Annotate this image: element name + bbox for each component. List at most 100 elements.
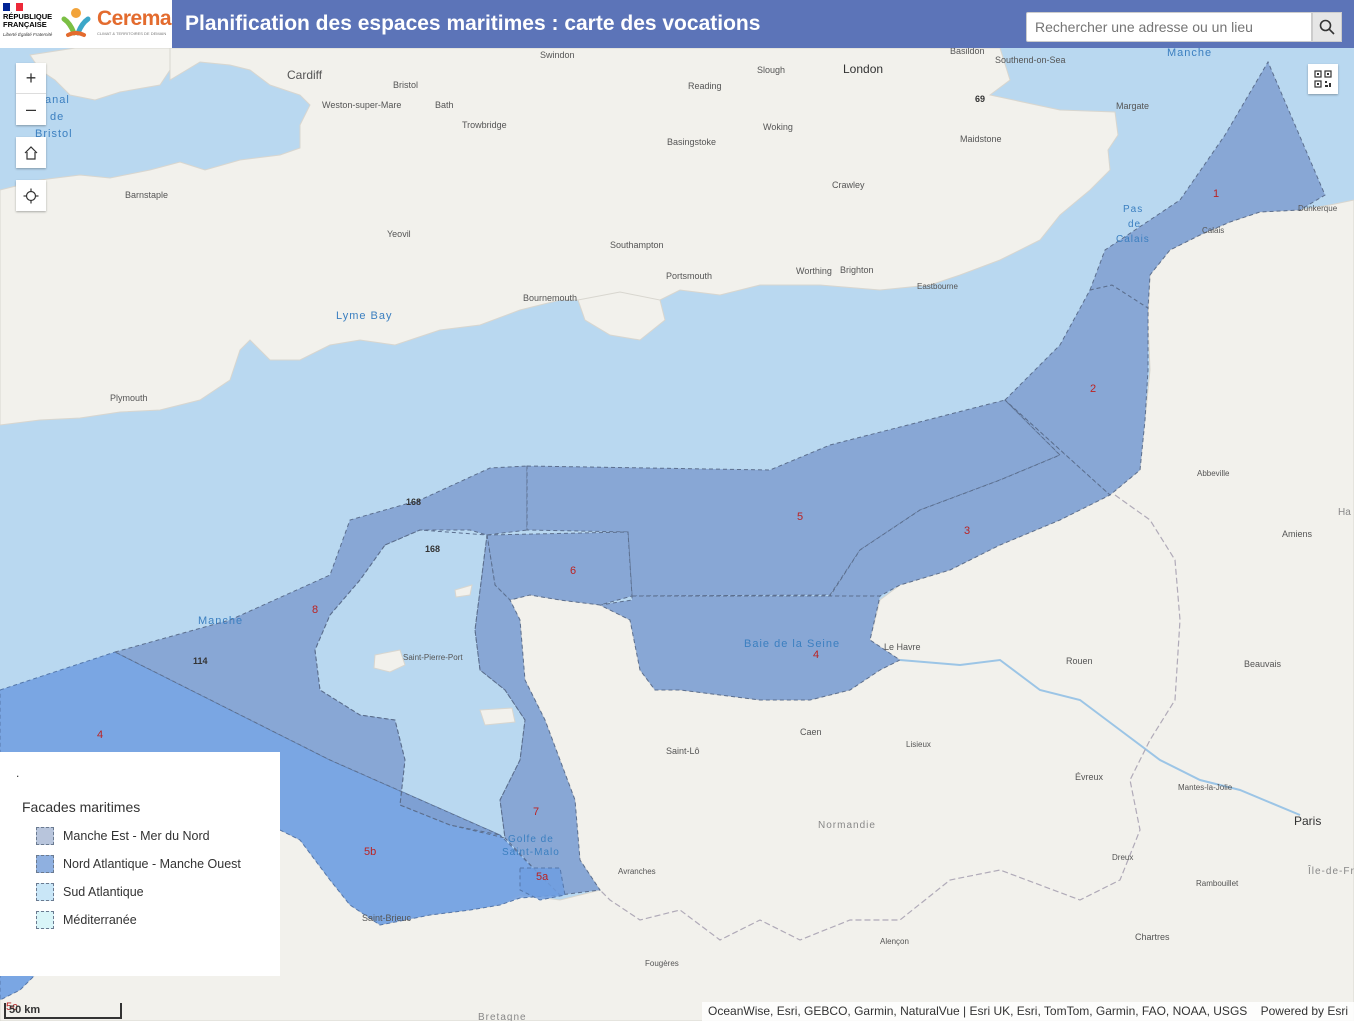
search-input[interactable] [1026, 12, 1312, 42]
place-label: Southend-on-Sea [995, 55, 1066, 65]
road-label: 69 [975, 94, 985, 104]
logos: RÉPUBLIQUE FRANÇAISE Liberté Égalité Fra… [0, 0, 172, 48]
home-icon [24, 145, 38, 160]
legend-label: Nord Atlantique - Manche Ouest [63, 857, 241, 871]
republic-motto: Liberté Égalité Fraternité [3, 32, 53, 37]
place-label: Swindon [540, 50, 575, 60]
zone-number: 1 [1213, 188, 1219, 200]
place-label: Southampton [610, 240, 664, 250]
zoom-out-button[interactable]: – [16, 94, 46, 125]
zone-number: 5a [536, 871, 549, 883]
region-label: Île-de-France [1307, 864, 1354, 877]
legend-title: Facades maritimes [22, 799, 141, 815]
place-label: Worthing [796, 266, 832, 276]
place-label: Chartres [1135, 932, 1170, 942]
place-label: Portsmouth [666, 271, 712, 281]
zone-number: 3 [964, 525, 970, 537]
place-label: Amiens [1282, 529, 1313, 539]
zone-number: 7 [533, 806, 539, 818]
cerema-name: Cerema [97, 7, 172, 30]
place-label: Weston-super-Mare [322, 100, 401, 110]
place-label: Lisieux [906, 740, 931, 749]
place-label: London [843, 62, 883, 76]
place-label: Calais [1202, 226, 1224, 235]
place-label: Dunkerque [1298, 204, 1338, 213]
legend-swatch [36, 855, 54, 873]
place-label: Saint-Pierre-Port [403, 653, 463, 662]
place-label: Saint-Lô [666, 746, 700, 756]
place-label: Brighton [840, 265, 874, 275]
water-label: Manche [198, 615, 243, 627]
legend-label: Méditerranée [63, 913, 137, 927]
place-label: Eastbourne [917, 282, 958, 291]
republique-francaise-logo: RÉPUBLIQUE FRANÇAISE [3, 12, 53, 29]
legend-swatch [36, 827, 54, 845]
place-label: Bournemouth [523, 293, 577, 303]
zone-number: 5b [364, 846, 376, 858]
place-label: Avranches [618, 867, 656, 876]
zone-number: 8 [312, 604, 318, 616]
zone-number: 5 [797, 511, 803, 523]
place-label: Dreux [1112, 853, 1133, 862]
zone-number: 4 [813, 649, 819, 661]
powered-by-link[interactable]: Powered by Esri [1261, 1004, 1348, 1018]
place-label: Saint-Brieuc [362, 913, 412, 923]
place-label: Slough [757, 65, 785, 75]
place-label: Fougères [645, 959, 679, 968]
place-label: Évreux [1075, 772, 1104, 782]
attribution-bar[interactable]: OceanWise, Esri, GEBCO, Garmin, NaturalV… [702, 1002, 1354, 1021]
place-label: Mantes-la-Jolie [1178, 783, 1233, 792]
place-label: Reading [688, 81, 722, 91]
place-label: Alençon [880, 937, 909, 946]
legend-item: Sud Atlantique [36, 882, 144, 902]
region-label: Normandie [818, 820, 876, 831]
place-label: Caen [800, 727, 822, 737]
place-label: Yeovil [387, 229, 411, 239]
zone-number: 2 [1090, 383, 1096, 395]
region-label: Ha [1338, 507, 1351, 518]
place-label: Woking [763, 122, 793, 132]
place-label: Abbeville [1197, 469, 1230, 478]
water-label: Baie de la Seine [744, 638, 840, 650]
place-label: Plymouth [110, 393, 148, 403]
place-label: Beauvais [1244, 659, 1282, 669]
place-label: Basingstoke [667, 137, 716, 147]
search-button[interactable] [1312, 12, 1342, 42]
place-label: Margate [1116, 101, 1149, 111]
zone-6[interactable] [486, 531, 633, 606]
qr-code-icon [1314, 70, 1332, 88]
place-label: Crawley [832, 180, 865, 190]
page-title: Planification des espaces maritimes : ca… [185, 12, 761, 35]
locate-icon [23, 188, 39, 203]
water-label: de [1128, 219, 1141, 230]
legend-label: Manche Est - Mer du Nord [63, 829, 210, 843]
contour-label: 114 [193, 656, 208, 666]
legend-item: Manche Est - Mer du Nord [36, 826, 210, 846]
locate-button[interactable] [16, 180, 46, 211]
water-label: Pas [1123, 204, 1143, 215]
legend-item: Nord Atlantique - Manche Ouest [36, 854, 241, 874]
home-button[interactable] [16, 137, 46, 168]
qr-code-button[interactable] [1308, 64, 1338, 94]
water-label: Saint-Malo [502, 847, 560, 858]
legend-item: Méditerranée [36, 910, 137, 930]
place-label: Trowbridge [462, 120, 507, 130]
legend-dot: . [16, 766, 20, 780]
water-label: Lyme Bay [336, 310, 393, 322]
contour-label: 168 [406, 497, 421, 507]
island-jersey [479, 707, 516, 726]
zoom-in-button[interactable]: + [16, 63, 46, 94]
french-flag-icon [3, 3, 24, 11]
zone-number: 4 [97, 729, 103, 741]
attribution-text: OceanWise, Esri, GEBCO, Garmin, NaturalV… [708, 1004, 1248, 1018]
place-label: Maidstone [960, 134, 1002, 144]
region-label: Bretagne [478, 1012, 527, 1021]
cerema-tagline: CLIMAT & TERRITOIRES DE DEMAIN [97, 31, 167, 36]
place-label: Bath [435, 100, 454, 110]
legend-swatch [36, 911, 54, 929]
search-icon [1319, 19, 1335, 35]
cerema-logo-icon [61, 8, 91, 37]
zone-number: 6 [570, 565, 576, 577]
contour-label: 168 [425, 544, 440, 554]
water-label: Manche [1167, 47, 1212, 59]
